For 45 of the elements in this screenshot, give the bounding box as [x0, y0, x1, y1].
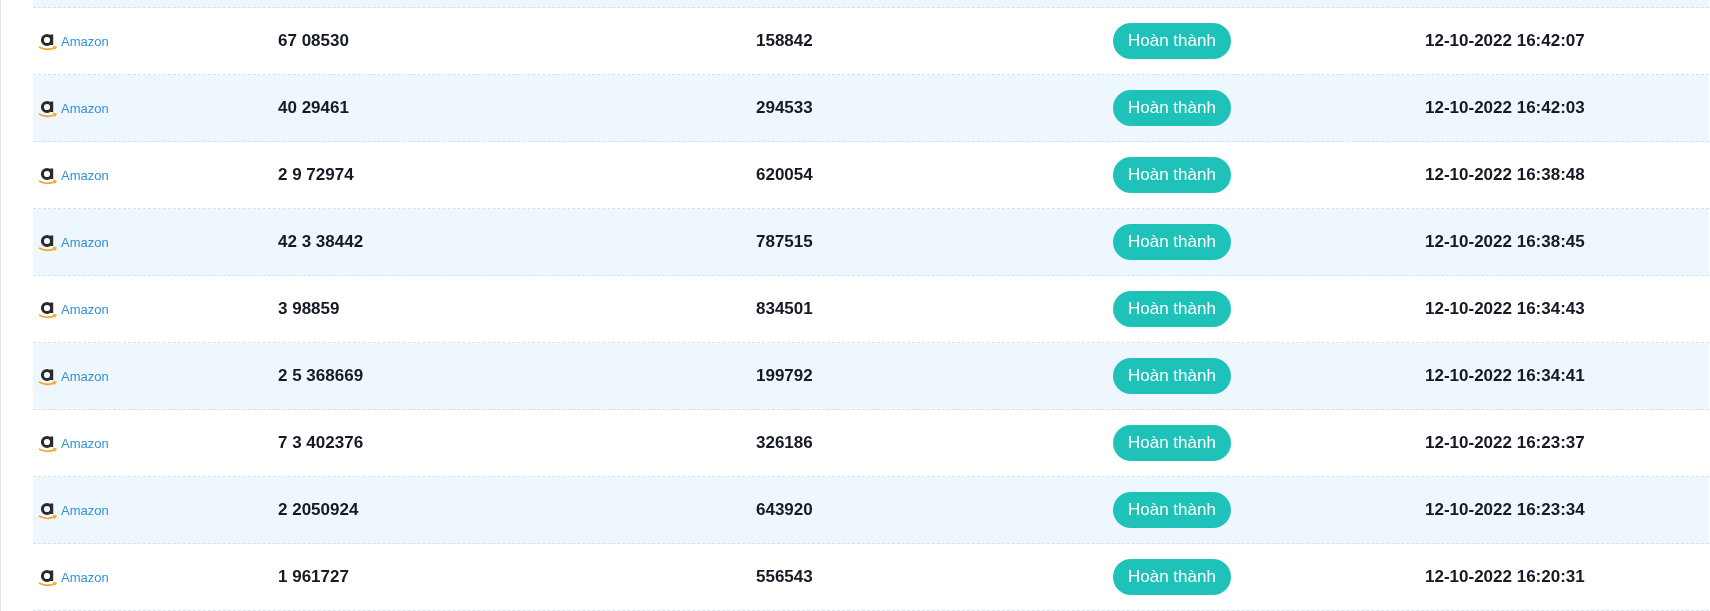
store-link[interactable]: Amazon [61, 100, 109, 116]
store-link[interactable]: Amazon [61, 502, 109, 518]
table-cell: 787515 [756, 232, 813, 251]
store-link[interactable]: Amazon [61, 234, 109, 250]
status-badge: Hoàn thành [1113, 425, 1231, 461]
table-cell: 2 2050924 [278, 500, 359, 519]
status-badge: Hoàn thành [1113, 559, 1231, 595]
table-cell: 1 961727 [278, 567, 349, 586]
table-cell: 67 08530 [278, 31, 349, 50]
store-link[interactable]: Amazon [61, 301, 109, 317]
table-cell: 12-10-2022 16:23:37 [1425, 433, 1585, 452]
table-cell: 294533 [756, 98, 813, 117]
table-cell: 12-10-2022 16:20:31 [1425, 567, 1585, 586]
table-cell: 12-10-2022 16:38:48 [1425, 165, 1585, 184]
store-link[interactable]: Amazon [61, 33, 109, 49]
table-cell: 12-10-2022 16:42:07 [1425, 31, 1585, 50]
store-link[interactable]: Amazon [61, 569, 109, 585]
table-cell: 3 98859 [278, 299, 340, 318]
store-link[interactable]: Amazon [61, 368, 109, 384]
status-badge: Hoàn thành [1113, 23, 1231, 59]
table-cell: 42 3 38442 [278, 232, 364, 251]
table-cell: 643920 [756, 500, 813, 519]
table-cell: 12-10-2022 16:34:43 [1425, 299, 1585, 318]
table-cell: 834501 [756, 299, 813, 318]
status-badge: Hoàn thành [1113, 358, 1231, 394]
status-badge: Hoàn thành [1113, 224, 1231, 260]
table-cell: 12-10-2022 16:42:03 [1425, 98, 1585, 117]
table-cell: 556543 [756, 567, 813, 586]
table-cell: 40 29461 [278, 98, 349, 117]
table-cell: 199792 [756, 366, 813, 385]
table-cell: 12-10-2022 16:23:34 [1425, 500, 1585, 519]
status-badge: Hoàn thành [1113, 157, 1231, 193]
table-cell: 2 5 368669 [278, 366, 364, 385]
status-badge: Hoàn thành [1113, 492, 1231, 528]
store-link[interactable]: Amazon [61, 435, 109, 451]
store-link[interactable]: Amazon [61, 167, 109, 183]
table-cell: 158842 [756, 31, 813, 50]
status-badge: Hoàn thành [1113, 90, 1231, 126]
status-badge: Hoàn thành [1113, 291, 1231, 327]
table-cell: 620054 [756, 165, 813, 184]
table-cell: 12-10-2022 16:34:41 [1425, 366, 1585, 385]
table-cell: 12-10-2022 16:38:45 [1425, 232, 1585, 251]
table-cell: 7 3 402376 [278, 433, 364, 452]
table-cell: 326186 [756, 433, 813, 452]
table-cell: 2 9 72974 [278, 165, 354, 184]
